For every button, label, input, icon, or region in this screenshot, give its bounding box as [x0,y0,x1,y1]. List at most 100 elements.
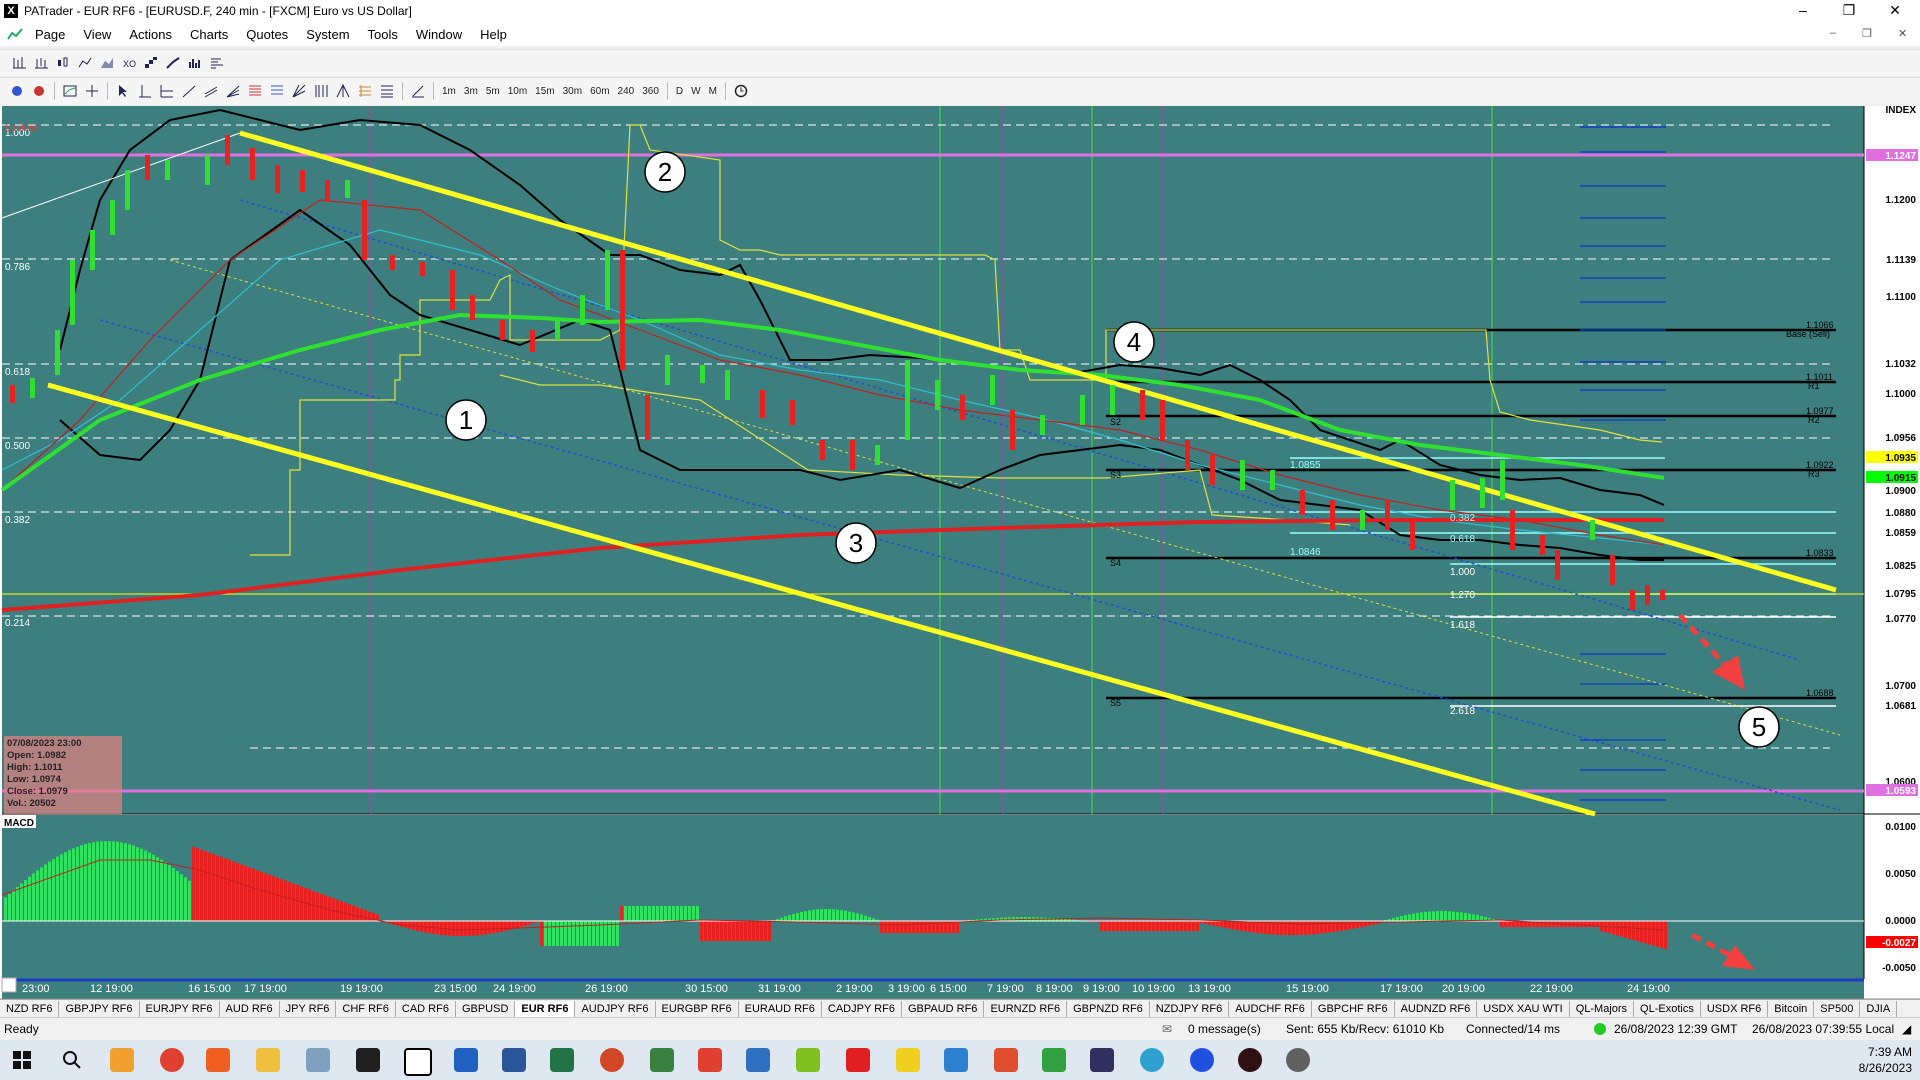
line-chart-icon[interactable] [76,54,94,72]
camtasia-icon[interactable] [1042,1048,1066,1072]
pointer-icon[interactable] [114,82,132,100]
tab-gbpusd[interactable]: GBPUSD [456,1001,516,1017]
tf-60m[interactable]: 60m [586,86,613,97]
fib-fan-icon[interactable] [224,82,242,100]
tab-sp500[interactable]: SP500 [1814,1001,1861,1017]
ic-app-icon[interactable] [356,1048,380,1072]
tab-chf-rf6[interactable]: CHF RF6 [336,1001,396,1017]
time-zones-icon[interactable] [312,82,330,100]
telegram-icon[interactable] [1140,1048,1164,1072]
scroll-corner[interactable] [1,977,17,993]
settings-icon[interactable] [1286,1048,1310,1072]
tf-weekly[interactable]: W [687,86,704,97]
tab-eurjpy-rf6[interactable]: EURJPY RF6 [140,1001,220,1017]
excel-icon[interactable] [550,1048,574,1072]
tab-ql-exotics[interactable]: QL-Exotics [1634,1001,1701,1017]
zoom-icon[interactable] [1190,1048,1214,1072]
zoom-chart-icon[interactable] [61,82,79,100]
tf-5m[interactable]: 5m [482,86,504,97]
s-app-icon[interactable] [698,1048,722,1072]
vertical-line-icon[interactable] [136,82,154,100]
menu-quotes[interactable]: Quotes [237,27,297,42]
tf-daily[interactable]: D [672,86,687,97]
tf-3m[interactable]: 3m [460,86,482,97]
tab-audnzd-rf6[interactable]: AUDNZD RF6 [1395,1001,1478,1017]
bear-icon[interactable] [30,82,48,100]
tab-nzd-rf6[interactable]: NZD RF6 [0,1001,60,1017]
trendline-icon[interactable] [180,82,198,100]
channel-icon[interactable] [202,82,220,100]
sticky-notes-icon[interactable] [896,1048,920,1072]
tf-10m[interactable]: 10m [504,86,531,97]
ohlc-chart-icon[interactable] [32,54,50,72]
menu-page[interactable]: Page [26,27,74,42]
gann-icon[interactable] [290,82,308,100]
tab-audchf-rf6[interactable]: AUDCHF RF6 [1229,1001,1312,1017]
tab-gbpchf-rf6[interactable]: GBPCHF RF6 [1312,1001,1395,1017]
patrader-icon[interactable] [404,1048,432,1076]
tf-15m[interactable]: 15m [531,86,558,97]
point-figure-icon[interactable]: XO [120,54,138,72]
horizontal-line-icon[interactable] [158,82,176,100]
trend-icon[interactable] [164,54,182,72]
levels-icon[interactable] [378,82,396,100]
tab-euraud-rf6[interactable]: EURAUD RF6 [739,1001,822,1017]
tab-gbpjpy-rf6[interactable]: GBPJPY RF6 [59,1001,140,1017]
tf-360[interactable]: 360 [638,86,663,97]
histogram-icon[interactable] [208,54,226,72]
close-button[interactable]: ✕ [1872,0,1918,22]
tab-eurnzd-rf6[interactable]: EURNZD RF6 [984,1001,1068,1017]
notes-app-icon[interactable] [306,1048,330,1072]
tab-jpy-rf6[interactable]: JPY RF6 [280,1001,337,1017]
brave-icon[interactable] [206,1048,230,1072]
volume-icon[interactable] [186,54,204,72]
calculator-icon[interactable] [454,1048,478,1072]
tf-30m[interactable]: 30m [559,86,586,97]
pitchfork-icon[interactable] [334,82,352,100]
message-icon[interactable]: ✉ [1162,1022,1172,1036]
tab-eurgbp-rf6[interactable]: EURGBP RF6 [656,1001,739,1017]
tab-cadjpy-rf6[interactable]: CADJPY RF6 [822,1001,902,1017]
mdi-minimize-icon[interactable]: – [1830,27,1836,39]
minimize-button[interactable]: – [1780,0,1826,22]
menu-view[interactable]: View [74,27,120,42]
snagit-icon[interactable] [746,1048,770,1072]
price-chart[interactable]: INDEX 1.1247 1.1200 1.1139 1.1100 1.1032 1.100… [0,106,1920,999]
menu-actions[interactable]: Actions [120,27,181,42]
tab-nzdjpy-rf6[interactable]: NZDJPY RF6 [1150,1001,1230,1017]
tab-aud-rf6[interactable]: AUD RF6 [220,1001,280,1017]
clock-icon[interactable] [732,82,750,100]
area-chart-icon[interactable] [98,54,116,72]
tf-1m[interactable]: 1m [438,86,460,97]
tf-240[interactable]: 240 [614,86,639,97]
tab-djia[interactable]: DJIA [1860,1001,1898,1017]
file-explorer-icon[interactable] [256,1048,280,1072]
quote-app-icon[interactable] [1090,1048,1114,1072]
renko-icon[interactable] [142,54,160,72]
tab-bitcoin[interactable]: Bitcoin [1768,1001,1815,1017]
tab-usdx-xau-wti[interactable]: USDX XAU WTI [1477,1001,1570,1017]
system-clock[interactable]: 7:39 AM 8/26/2023 [1859,1044,1912,1076]
remote-desktop-icon[interactable] [944,1048,968,1072]
maximize-button[interactable]: ❐ [1826,0,1872,22]
candle-chart-icon[interactable] [54,54,72,72]
andrews-icon[interactable] [356,82,374,100]
menu-charts[interactable]: Charts [181,27,237,42]
chrome-icon[interactable] [160,1048,184,1072]
menu-tools[interactable]: Tools [359,27,407,42]
pencil-icon[interactable] [409,82,427,100]
spreadsheet-icon[interactable] [650,1048,674,1072]
word-icon[interactable] [502,1048,526,1072]
obs-icon[interactable] [1238,1048,1262,1072]
fib-retracement-icon[interactable] [246,82,264,100]
powerpoint-icon[interactable] [600,1048,624,1072]
fib-extension-icon[interactable] [268,82,286,100]
menu-system[interactable]: System [297,27,358,42]
menu-window[interactable]: Window [407,27,471,42]
tf-monthly[interactable]: M [705,86,721,97]
bar-chart-icon[interactable] [10,54,28,72]
mail-app-icon[interactable] [110,1048,134,1072]
crosshair-icon[interactable] [83,82,101,100]
windows-start-icon[interactable] [10,1048,34,1072]
c-app-icon[interactable] [994,1048,1018,1072]
